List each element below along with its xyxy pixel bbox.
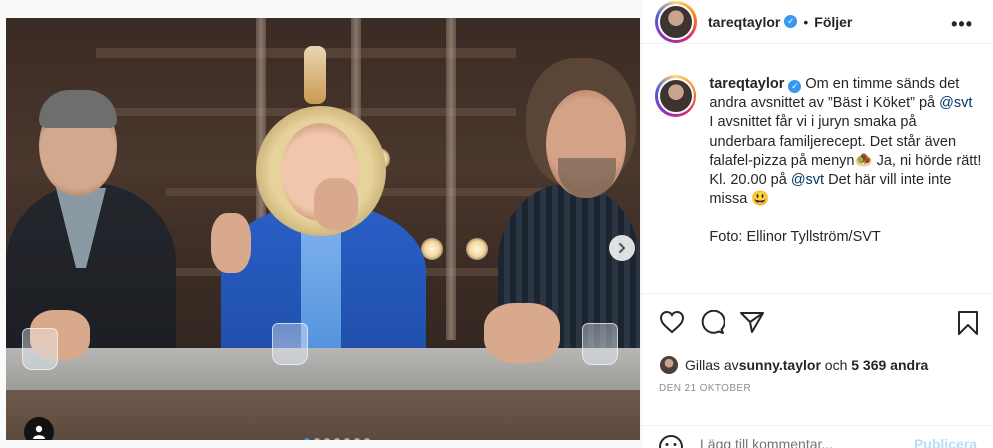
carousel-dot: [344, 438, 350, 440]
likes-middle: och: [820, 357, 852, 373]
comment-icon[interactable]: [699, 310, 725, 334]
likes-prefix: Gillas av: [685, 357, 739, 373]
hand: [314, 178, 358, 230]
caption-text: tareqtaylor ✓ Om en timme sänds det andra…: [709, 75, 985, 248]
author-username[interactable]: tareqtaylor: [708, 14, 780, 30]
publish-button[interactable]: Publicera: [914, 436, 977, 448]
pillar: [446, 18, 456, 340]
carousel-dot: [304, 438, 310, 440]
caption-username[interactable]: tareqtaylor: [709, 76, 784, 92]
likes-count-link[interactable]: 5 369 andra: [851, 357, 928, 373]
tagged-users-button[interactable]: [24, 417, 54, 440]
chevron-right-icon: [619, 243, 626, 253]
post-caption: tareqtaylor ✓ Om en timme sänds det andra…: [655, 75, 985, 248]
verified-badge-icon: ✓: [788, 80, 802, 93]
hair: [39, 90, 117, 128]
post-media: [0, 0, 641, 448]
liker-avatar[interactable]: [659, 355, 679, 375]
water-glass: [22, 328, 58, 370]
caption-avatar[interactable]: [655, 75, 697, 117]
water-glass: [582, 323, 618, 365]
action-icons: [659, 310, 765, 334]
bookmark-icon[interactable]: [957, 310, 979, 336]
vase: [304, 46, 326, 104]
mention-link[interactable]: @svt: [939, 95, 972, 111]
hand: [211, 213, 251, 273]
carousel-dot: [364, 438, 370, 440]
smile-emoji: 😃: [751, 191, 770, 208]
comment-input[interactable]: [700, 436, 900, 448]
emoji-picker-icon[interactable]: [658, 434, 684, 448]
post-photo[interactable]: [6, 18, 640, 440]
following-button[interactable]: Följer: [814, 14, 852, 30]
more-options-icon[interactable]: •••: [951, 14, 973, 35]
table-front: [6, 390, 640, 440]
post-header: tareqtaylor ✓ • Följer •••: [642, 0, 993, 44]
water-glass: [272, 323, 308, 365]
likes-summary: Gillas av sunny.taylor och 5 369 andra: [659, 355, 928, 375]
next-arrow-button[interactable]: [609, 235, 635, 261]
avatar-image: [657, 78, 694, 114]
carousel-dot: [324, 438, 330, 440]
separator-dot: •: [803, 13, 809, 30]
share-icon[interactable]: [739, 310, 765, 334]
post-sidebar: tareqtaylor ✓ • Följer ••• tareqtaylor ✓ …: [641, 0, 993, 448]
mention-link[interactable]: @svt: [791, 172, 824, 188]
author-avatar[interactable]: [655, 0, 697, 43]
post-actions: Gillas av sunny.taylor och 5 369 andra D…: [642, 293, 993, 448]
avatar-image: [658, 3, 694, 40]
comment-bar: Publicera: [642, 425, 993, 448]
carousel-dot: [314, 438, 320, 440]
user-icon: [33, 425, 45, 439]
post-date[interactable]: DEN 21 OKTOBER: [659, 383, 751, 394]
photo-credit: Foto: Ellinor Tyllström/SVT: [709, 229, 881, 246]
like-heart-icon[interactable]: [659, 310, 685, 334]
lamp: [421, 238, 443, 260]
lamp: [466, 238, 488, 260]
carousel-dot: [354, 438, 360, 440]
carousel-dot: [334, 438, 340, 440]
falafel-emoji: 🧆: [854, 152, 873, 169]
carousel-indicator: [304, 438, 370, 440]
liker-username[interactable]: sunny.taylor: [739, 357, 821, 373]
hands: [484, 303, 560, 363]
verified-badge-icon: ✓: [784, 15, 798, 28]
